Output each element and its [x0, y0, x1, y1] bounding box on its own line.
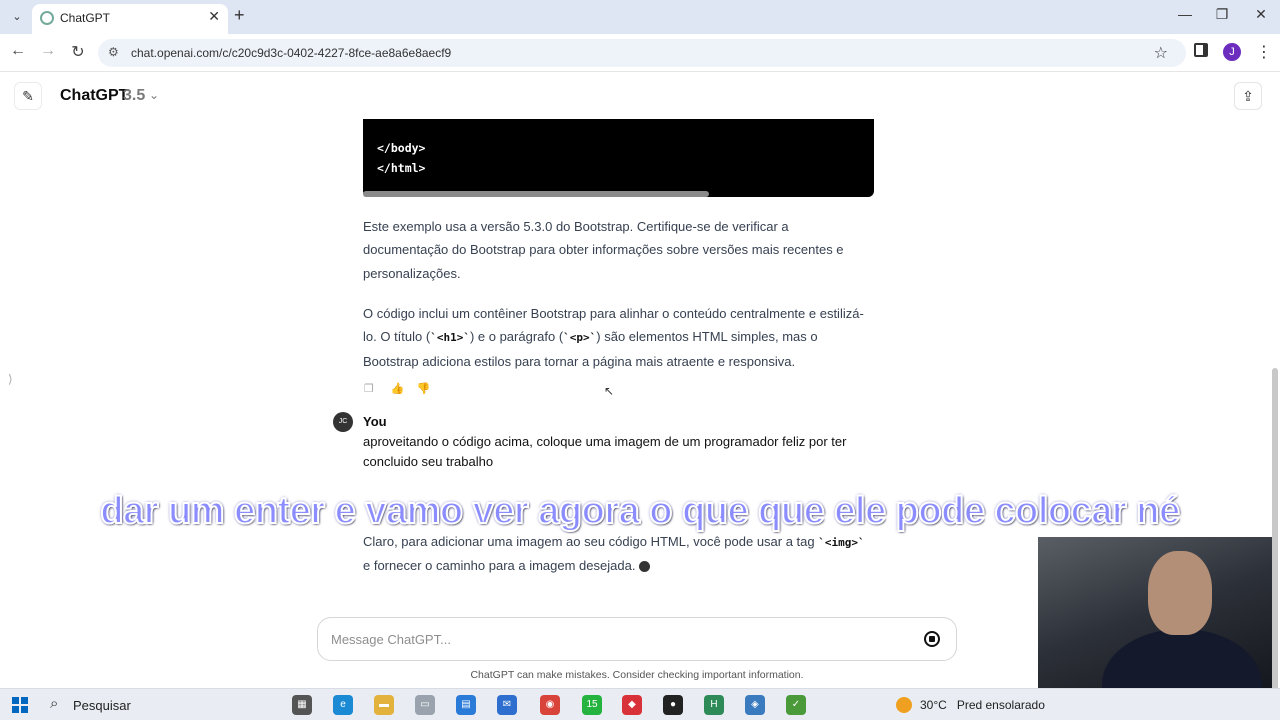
- mail-icon[interactable]: ✉: [497, 695, 517, 715]
- app-icon[interactable]: ▭: [415, 695, 435, 715]
- weather-icon[interactable]: [896, 697, 912, 713]
- maximize-icon[interactable]: ❐: [1207, 6, 1237, 23]
- copy-icon[interactable]: ❐: [364, 382, 378, 395]
- assistant-paragraph: O código inclui um contêiner Bootstrap p…: [363, 302, 875, 373]
- file-explorer-icon[interactable]: ▬: [374, 695, 394, 715]
- message-placeholder[interactable]: Message ChatGPT...: [331, 632, 451, 647]
- edge-icon[interactable]: e: [333, 695, 353, 715]
- back-icon[interactable]: ←: [7, 42, 29, 60]
- browser-tab-bar: ⌄ ChatGPT ✕ + — ❐ ✕: [0, 0, 1280, 34]
- code-line: </html>: [377, 161, 426, 175]
- model-version[interactable]: 3.5: [123, 87, 145, 105]
- new-tab-icon[interactable]: +: [234, 5, 245, 26]
- h5-icon[interactable]: H: [704, 695, 724, 715]
- code-scrollbar[interactable]: [363, 191, 709, 197]
- sidebar-toggle-icon[interactable]: ⟩: [8, 372, 13, 386]
- mouse-cursor-icon: ↖: [604, 384, 615, 398]
- model-name[interactable]: ChatGPT: [60, 87, 128, 105]
- browser-toolbar: ← → ↻ ⚙ chat.openai.com/c/c20c9d3c-0402-…: [0, 34, 1280, 72]
- tab-title: ChatGPT: [60, 11, 111, 25]
- store-icon[interactable]: ▤: [456, 695, 476, 715]
- minimize-icon[interactable]: —: [1170, 6, 1200, 22]
- site-info-icon[interactable]: ⚙: [108, 45, 119, 59]
- url-text[interactable]: chat.openai.com/c/c20c9d3c-0402-4227-8fc…: [131, 46, 451, 60]
- bookmark-star-icon[interactable]: ☆: [1154, 43, 1168, 63]
- new-chat-icon[interactable]: ✎: [14, 82, 42, 110]
- taskbar: ⌕ Pesquisar ▦ e ▬ ▭ ▤ ✉ ◉ 15 ◆ ● H ◈ ✓ 3…: [0, 688, 1280, 720]
- anydesk-icon[interactable]: ◆: [622, 695, 642, 715]
- user-name: You: [363, 414, 387, 429]
- whatsapp-icon[interactable]: 15: [582, 695, 602, 715]
- typing-indicator-icon: [639, 561, 651, 573]
- assistant-paragraph: Este exemplo usa a versão 5.3.0 do Boots…: [363, 219, 844, 281]
- windows-start-icon[interactable]: [12, 697, 28, 713]
- reload-icon[interactable]: ↻: [67, 42, 89, 62]
- chatgpt-header: ✎ ChatGPT 3.5 ⌄ ⇪: [0, 72, 1280, 120]
- thumbs-down-icon[interactable]: 👎: [417, 382, 431, 395]
- weather-temp: 30°C: [920, 698, 947, 712]
- whatsapp-badge: 15: [586, 699, 598, 710]
- inline-code: `<p>`: [563, 331, 597, 345]
- message-actions: ❐ 👍 👎: [364, 379, 439, 397]
- stop-generating-icon[interactable]: [924, 631, 940, 647]
- browser-tab[interactable]: ChatGPT ✕: [32, 4, 228, 34]
- inline-code: `<h1>`: [430, 331, 470, 345]
- paragraph-text: ) e o parágrafo (: [469, 329, 564, 345]
- assistant-reply: Claro, para adicionar uma imagem ao seu …: [363, 530, 875, 578]
- sheet-icon[interactable]: ✓: [786, 695, 806, 715]
- profile-avatar[interactable]: J: [1223, 43, 1241, 61]
- paragraph-text: e fornecer o caminho para a imagem desej…: [363, 558, 636, 574]
- task-view-icon[interactable]: ▦: [292, 695, 312, 715]
- taskbar-search-label[interactable]: Pesquisar: [73, 698, 131, 713]
- side-panel-icon[interactable]: [1194, 43, 1208, 57]
- forward-icon[interactable]: →: [37, 42, 59, 60]
- user-message: aproveitando o código acima, coloque uma…: [363, 434, 847, 469]
- thumbs-up-icon[interactable]: 👍: [390, 382, 404, 395]
- page-scrollbar[interactable]: [1272, 368, 1278, 690]
- close-tab-icon[interactable]: ✕: [208, 8, 220, 25]
- share-icon[interactable]: ⇪: [1234, 82, 1262, 110]
- inline-code: `<img>`: [818, 536, 865, 549]
- close-window-icon[interactable]: ✕: [1246, 6, 1276, 23]
- user-avatar: JC: [333, 412, 353, 432]
- weather-widget[interactable]: 30°C Pred ensolarado: [920, 698, 1045, 712]
- browser-menu-icon[interactable]: ⋮: [1256, 42, 1272, 62]
- postgres-icon[interactable]: ◈: [745, 695, 765, 715]
- chevron-down-icon[interactable]: ⌄: [149, 88, 159, 102]
- search-icon[interactable]: ⌕: [50, 695, 58, 712]
- weather-desc: Pred ensolarado: [956, 698, 1045, 712]
- paragraph-text: Claro, para adicionar uma imagem ao seu …: [363, 534, 819, 549]
- obs-icon[interactable]: ●: [663, 695, 683, 715]
- chatgpt-favicon-icon: [40, 11, 54, 25]
- code-block: </body> </html>: [363, 119, 874, 197]
- code-line: </body>: [377, 141, 426, 155]
- disclaimer: ChatGPT can make mistakes. Consider chec…: [470, 669, 804, 681]
- chrome-icon[interactable]: ◉: [540, 695, 560, 715]
- tab-search-chevron-icon[interactable]: ⌄: [6, 7, 28, 27]
- message-input[interactable]: Message ChatGPT...: [317, 617, 957, 661]
- webcam-person-face: [1148, 551, 1212, 635]
- video-subtitle: dar um enter e vamo ver agora o que que …: [99, 489, 1181, 533]
- address-bar[interactable]: ⚙ chat.openai.com/c/c20c9d3c-0402-4227-8…: [98, 39, 1186, 67]
